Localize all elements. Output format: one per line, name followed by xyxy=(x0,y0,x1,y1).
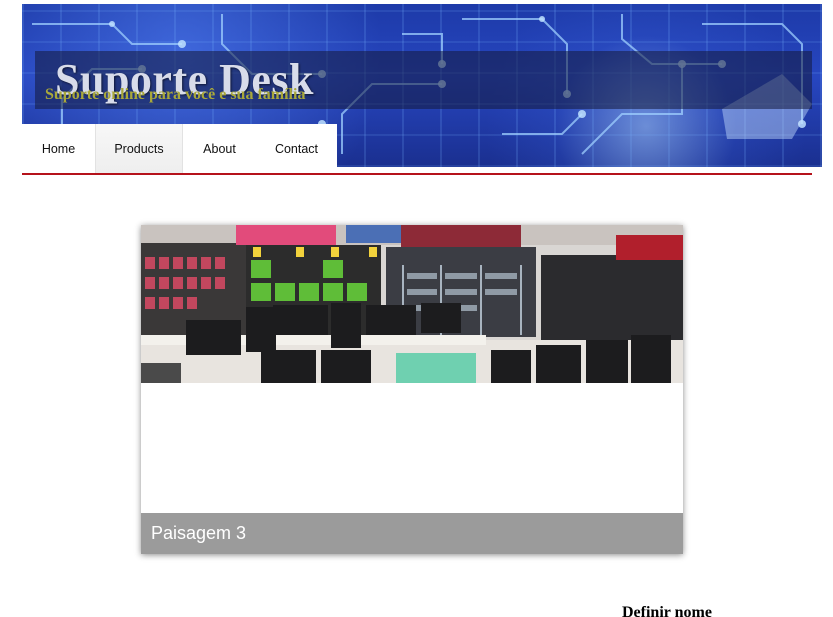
slide-caption-bar: Paisagem 3 xyxy=(141,513,683,554)
header-divider xyxy=(22,173,812,175)
image-slider[interactable]: Paisagem 3 xyxy=(141,225,683,554)
slide-caption: Paisagem 3 xyxy=(151,523,247,543)
nav-products-link[interactable]: Products xyxy=(95,124,183,173)
nav-about-link[interactable]: About xyxy=(183,124,256,173)
main-navigation: Home Products About Contact xyxy=(22,124,337,173)
site-subtitle: Suporte online para você e sua família xyxy=(45,86,306,103)
nav-contact-link[interactable]: Contact xyxy=(256,124,337,173)
slide-image-store-interior xyxy=(141,225,683,383)
nav-home-link[interactable]: Home xyxy=(22,124,95,173)
footer-name-label: Definir nome xyxy=(622,604,712,617)
